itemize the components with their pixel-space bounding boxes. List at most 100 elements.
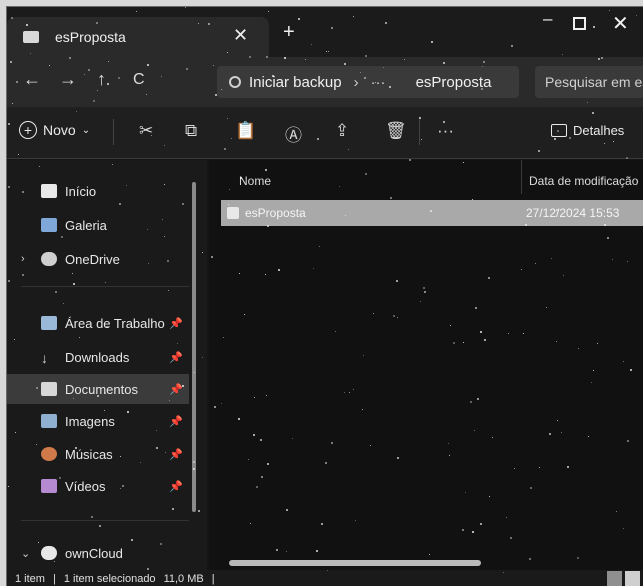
scan-speck	[609, 10, 610, 11]
scan-speck	[508, 333, 509, 334]
scan-speck	[345, 215, 346, 216]
navigation-pane: Início Galeria › OneDrive Área de Trabal…	[7, 160, 207, 570]
close-tab-icon[interactable]: ✕	[233, 25, 248, 46]
column-header-name[interactable]: Nome	[239, 174, 271, 188]
tab-esproposta[interactable]: esProposta ✕	[7, 17, 269, 57]
scan-speck	[503, 572, 504, 573]
scan-speck	[260, 439, 262, 441]
scan-speck	[36, 444, 37, 445]
scan-speck	[193, 461, 195, 463]
pin-icon: 📌	[169, 351, 183, 364]
scan-speck	[385, 22, 387, 24]
more-options-icon[interactable]: ···	[437, 121, 454, 141]
refresh-button[interactable]: C	[133, 71, 145, 89]
sidebar-item-imagens[interactable]: Imagens 📌	[7, 406, 189, 436]
breadcrumb-iniciar-backup[interactable]: Iniciar backup	[249, 74, 342, 91]
scan-speck	[10, 61, 12, 63]
scan-speck	[202, 252, 203, 253]
column-header-date[interactable]: Data de modificação	[529, 174, 638, 188]
scan-speck	[266, 395, 267, 396]
scan-speck	[492, 437, 493, 438]
address-bar[interactable]: Iniciar backup › ··· esProposta	[217, 66, 519, 98]
scan-speck	[107, 83, 109, 85]
chevron-right-icon[interactable]: ›	[21, 253, 25, 265]
scan-speck	[327, 570, 328, 571]
scan-speck	[211, 256, 213, 258]
scan-speck	[331, 442, 333, 444]
new-label: Novo	[43, 122, 76, 138]
forward-button[interactable]: →	[59, 69, 77, 90]
scan-speck	[525, 224, 527, 226]
scan-speck	[73, 398, 74, 399]
cut-icon[interactable]: ✂	[139, 121, 153, 141]
scan-speck	[481, 88, 483, 90]
sidebar-item-label: Documentos	[65, 381, 138, 397]
delete-icon[interactable]: 🗑	[385, 121, 407, 141]
share-icon[interactable]: ⇪	[335, 121, 349, 141]
search-input[interactable]	[535, 66, 643, 98]
scan-speck	[169, 400, 170, 401]
horizontal-scrollbar[interactable]	[229, 560, 481, 566]
scan-speck	[578, 348, 579, 349]
chevron-right-icon[interactable]: ›	[354, 74, 359, 91]
sidebar-item-onedrive[interactable]: › OneDrive	[7, 244, 189, 274]
scan-speck	[626, 157, 628, 159]
desktop-icon	[41, 316, 57, 330]
scan-speck	[24, 41, 25, 42]
scan-speck	[450, 325, 451, 326]
sidebar-item-inicio[interactable]: Início	[7, 176, 189, 206]
new-button[interactable]: + Novo ⌄	[19, 121, 90, 139]
details-view-button[interactable]	[607, 571, 622, 586]
copy-icon[interactable]: ⧉	[185, 121, 197, 141]
scan-speck	[489, 496, 490, 497]
scan-speck	[577, 557, 579, 559]
breadcrumb-overflow[interactable]: ···	[371, 74, 386, 91]
scan-speck	[448, 443, 449, 444]
scan-speck	[14, 339, 15, 340]
minimize-button[interactable]: –	[543, 9, 552, 29]
scan-speck	[592, 112, 594, 114]
scan-speck	[49, 65, 50, 66]
maximize-button[interactable]	[573, 17, 586, 30]
scan-speck	[213, 65, 214, 66]
close-window-button[interactable]: ✕	[612, 11, 629, 36]
scan-speck	[265, 274, 266, 275]
rename-icon[interactable]: Ⓐ	[285, 121, 302, 146]
scan-speck	[278, 269, 280, 271]
sidebar-item-documentos[interactable]: Documentos 📌	[7, 374, 189, 404]
scan-speck	[162, 219, 163, 220]
scan-speck	[72, 273, 73, 274]
sidebar-item-galeria[interactable]: Galeria	[7, 210, 189, 240]
up-button[interactable]: ↑	[97, 69, 106, 90]
back-button[interactable]: ←	[23, 69, 41, 90]
sidebar-item-downloads[interactable]: ↓ Downloads 📌	[7, 342, 189, 372]
details-button[interactable]: Detalhes	[551, 123, 624, 138]
scan-speck	[316, 550, 318, 552]
toolbar-divider	[419, 119, 420, 145]
column-divider[interactable]	[521, 160, 522, 194]
sidebar-item-area-de-trabalho[interactable]: Área de Trabalho 📌	[7, 308, 189, 338]
scan-speck	[511, 45, 513, 47]
pin-icon: 📌	[169, 317, 183, 330]
new-tab-button[interactable]: +	[283, 21, 295, 44]
scan-speck	[76, 111, 77, 112]
chevron-down-icon[interactable]: ⌄	[21, 547, 30, 560]
pin-icon: 📌	[169, 383, 183, 396]
scan-speck	[616, 511, 617, 512]
scan-speck	[313, 268, 314, 269]
scan-speck	[465, 492, 466, 493]
scan-speck	[99, 525, 101, 527]
sidebar-item-musicas[interactable]: Músicas 📌	[7, 439, 189, 469]
scan-speck	[198, 23, 199, 24]
tiles-view-button[interactable]	[625, 571, 640, 586]
scan-speck	[349, 392, 350, 393]
scan-speck	[521, 269, 522, 270]
sidebar-item-label: Downloads	[65, 349, 130, 365]
scan-speck	[598, 58, 600, 60]
videos-icon	[41, 479, 57, 493]
scan-speck	[604, 143, 605, 144]
scan-speck	[284, 222, 285, 223]
sidebar-item-videos[interactable]: Vídeos 📌	[7, 471, 189, 501]
sidebar-item-label: Início	[65, 183, 97, 199]
paste-icon[interactable]: 📋	[235, 121, 256, 141]
